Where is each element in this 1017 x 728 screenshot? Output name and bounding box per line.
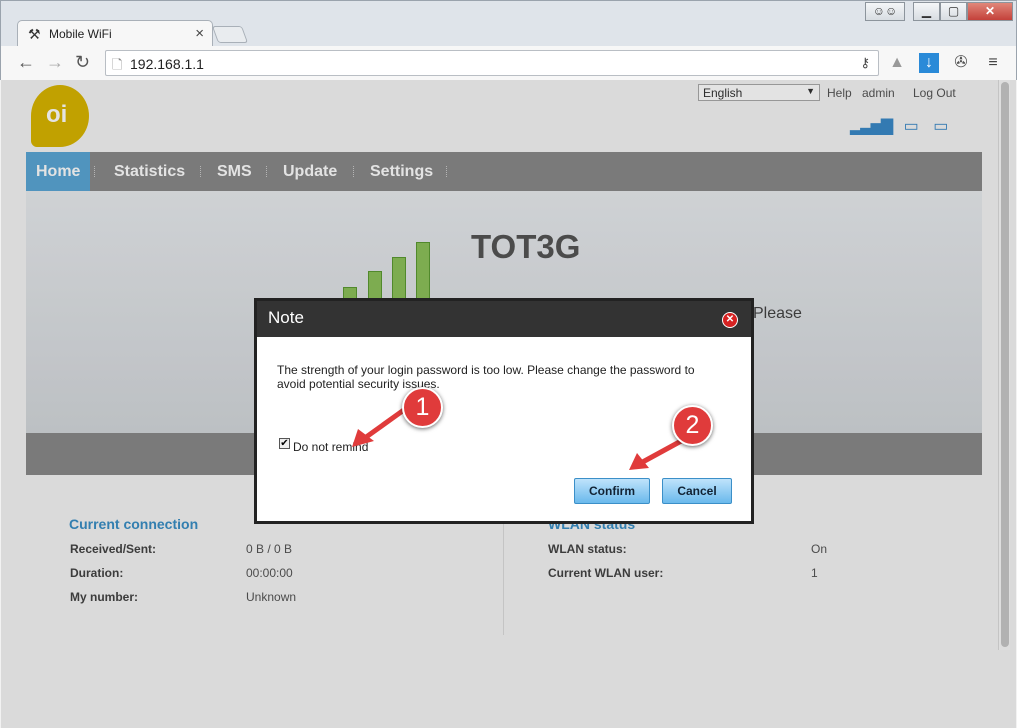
- forward-arrow-icon[interactable]: →: [46, 52, 64, 73]
- browser-titlebar: ⚒ Mobile WiFi × ☺☺ ▁ ▢ ✕: [0, 0, 1017, 47]
- film-reel-icon[interactable]: ✇: [951, 53, 971, 73]
- reload-icon[interactable]: ↻: [75, 52, 90, 73]
- dialog-header: Note ✕: [257, 301, 751, 337]
- hamburger-icon[interactable]: ≡: [983, 53, 1003, 73]
- new-tab-button[interactable]: [211, 26, 249, 43]
- close-window-button[interactable]: ✕: [967, 2, 1013, 21]
- url-text[interactable]: 192.168.1.1: [130, 56, 204, 72]
- drive-icon[interactable]: ▲: [887, 53, 907, 73]
- tab-close-icon[interactable]: ×: [195, 25, 204, 42]
- user-profile-icon[interactable]: ☺☺: [865, 2, 905, 21]
- browser-toolbar: ← → ↻ 🗋 192.168.1.1 ⚷ ▲ ↓ ✇ ≡: [0, 46, 1017, 80]
- back-arrow-icon[interactable]: ←: [17, 52, 35, 73]
- minimize-button[interactable]: ▁: [913, 2, 940, 21]
- download-icon[interactable]: ↓: [919, 53, 939, 73]
- tab-title: Mobile WiFi: [49, 27, 112, 41]
- browser-tab[interactable]: ⚒ Mobile WiFi ×: [17, 20, 213, 47]
- do-not-remind-checkbox[interactable]: ✔: [279, 438, 290, 449]
- address-bar[interactable]: 🗋 192.168.1.1 ⚷: [105, 50, 879, 76]
- page-icon: 🗋: [112, 57, 123, 72]
- annotation-marker-2: 2: [672, 405, 713, 446]
- dialog-title: Note: [268, 308, 304, 327]
- maximize-button[interactable]: ▢: [940, 2, 967, 21]
- dialog-close-icon[interactable]: ✕: [722, 312, 738, 328]
- tools-icon: ⚒: [28, 26, 41, 42]
- annotation-marker-1: 1: [402, 387, 443, 428]
- key-icon[interactable]: ⚷: [860, 55, 870, 71]
